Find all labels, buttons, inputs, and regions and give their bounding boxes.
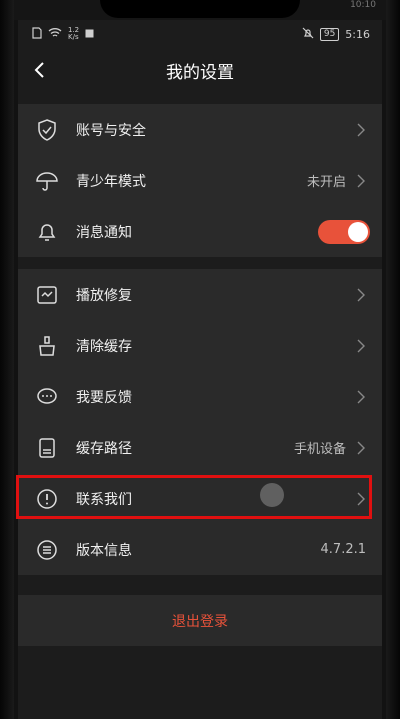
wrench-icon xyxy=(34,282,60,308)
row-value: 未开启 xyxy=(306,175,346,190)
notification-toggle[interactable] xyxy=(318,219,370,244)
version-value: 4.7.2.1 xyxy=(320,542,366,557)
back-button[interactable] xyxy=(26,56,54,84)
phone-bezel xyxy=(386,0,400,719)
storage-icon xyxy=(34,435,60,461)
status-time: 5:16 xyxy=(345,27,370,41)
row-label: 青少年模式 xyxy=(76,173,146,190)
chevron-right-icon xyxy=(352,492,370,506)
screen: 1.2 K/s 95 5:16 我的设置 账号与安全 青少年模式 未开启 消息通… xyxy=(16,20,382,719)
row-label: 我要反馈 xyxy=(76,389,132,406)
notch xyxy=(100,0,300,18)
chevron-right-icon xyxy=(352,339,370,353)
settings-group-account: 账号与安全 青少年模式 未开启 消息通知 xyxy=(18,104,382,257)
sim-icon xyxy=(32,26,42,42)
battery-indicator: 95 xyxy=(319,27,340,41)
outer-time: 10:10 xyxy=(350,0,376,10)
row-feedback[interactable]: 我要反馈 xyxy=(18,371,382,422)
network-speed: 1.2 K/s xyxy=(68,26,80,41)
row-version-info: 版本信息 4.7.2.1 xyxy=(18,524,382,575)
row-label: 播放修复 xyxy=(76,287,132,304)
page-title: 我的设置 xyxy=(166,62,234,83)
chevron-right-icon xyxy=(352,174,370,188)
status-bar: 1.2 K/s 95 5:16 xyxy=(18,20,382,48)
chevron-right-icon xyxy=(352,288,370,302)
row-label: 消息通知 xyxy=(76,224,132,241)
row-account-security[interactable]: 账号与安全 xyxy=(18,104,382,155)
row-cache-path[interactable]: 缓存路径 手机设备 xyxy=(18,422,382,473)
touch-indicator xyxy=(260,483,284,507)
settings-group-app: 播放修复 清除缓存 我要反馈 缓存路径 手机设备 联系我们 版本信息 4.7.2… xyxy=(16,269,382,575)
logout-button[interactable]: 退出登录 xyxy=(18,595,382,646)
chevron-left-icon xyxy=(34,62,44,78)
info-icon xyxy=(34,486,60,512)
chat-icon xyxy=(34,384,60,410)
row-contact-us[interactable]: 联系我们 xyxy=(16,473,382,524)
bell-icon xyxy=(34,219,60,245)
square-icon xyxy=(85,28,94,41)
phone-frame: 10:10 1.2 K/s 95 5:16 我的设置 账号与安全 青少年模式 未… xyxy=(0,0,400,719)
row-notifications: 消息通知 xyxy=(18,206,382,257)
phone-bezel xyxy=(0,0,14,719)
chevron-right-icon xyxy=(352,390,370,404)
row-value: 手机设备 xyxy=(293,442,346,457)
list-icon xyxy=(34,537,60,563)
row-label: 清除缓存 xyxy=(76,338,132,355)
wifi-icon xyxy=(48,27,62,41)
shield-icon xyxy=(34,117,60,143)
mute-icon xyxy=(302,27,314,42)
row-label: 缓存路径 xyxy=(76,440,132,457)
row-label: 联系我们 xyxy=(76,491,132,508)
row-playback-repair[interactable]: 播放修复 xyxy=(18,269,382,320)
broom-icon xyxy=(34,333,60,359)
chevron-right-icon xyxy=(352,441,370,455)
row-clear-cache[interactable]: 清除缓存 xyxy=(18,320,382,371)
row-teen-mode[interactable]: 青少年模式 未开启 xyxy=(18,155,382,206)
header: 我的设置 xyxy=(18,48,382,92)
umbrella-icon xyxy=(34,168,60,194)
chevron-right-icon xyxy=(352,123,370,137)
row-label: 账号与安全 xyxy=(76,122,146,139)
toggle-knob xyxy=(348,221,368,242)
row-label: 版本信息 xyxy=(76,542,132,559)
